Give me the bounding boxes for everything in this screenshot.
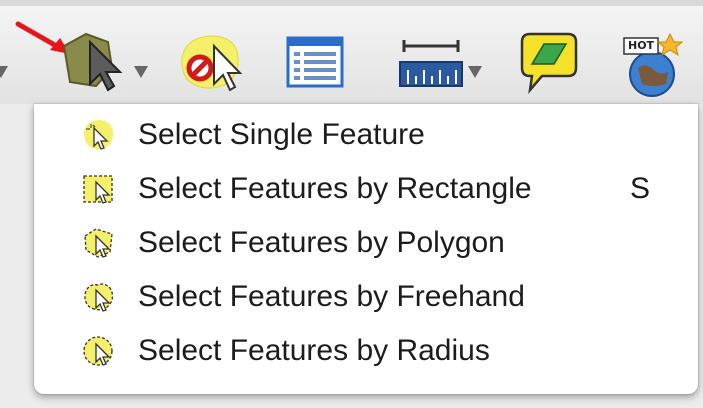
- select-features-dropdown-menu: Select Single Feature Select Features by…: [34, 104, 698, 394]
- menu-item-label: Select Features by Polygon: [138, 226, 505, 259]
- attribute-table-icon: [286, 36, 344, 88]
- menu-item-label: Select Features by Freehand: [138, 280, 525, 313]
- deselect-features-icon: [181, 35, 243, 92]
- menu-item-select-by-radius[interactable]: Select Features by Radius: [34, 324, 698, 378]
- map-tips-button[interactable]: [514, 28, 580, 98]
- select-rectangle-icon: [83, 175, 113, 204]
- new-bookmark-button[interactable]: HOT: [614, 28, 690, 98]
- shortcut-key: S: [630, 172, 651, 205]
- menu-item-select-single-feature[interactable]: Select Single Feature: [34, 108, 698, 162]
- measure-button[interactable]: [396, 28, 466, 98]
- menu-item-label: Select Features by Rectangle: [138, 172, 532, 205]
- measure-ruler-icon: [399, 40, 463, 87]
- menu-item-label: Select Single Feature: [138, 118, 425, 151]
- map-tips-icon: [520, 32, 578, 95]
- hot-label: HOT: [628, 39, 655, 52]
- select-polygon-icon: [84, 228, 113, 258]
- menu-item-select-by-rectangle[interactable]: Select Features by Rectangle S: [34, 162, 698, 216]
- select-features-tool-icon: [62, 32, 123, 92]
- menu-item-select-by-polygon[interactable]: Select Features by Polygon: [34, 216, 698, 270]
- select-features-button[interactable]: [56, 28, 134, 98]
- deselect-button[interactable]: [176, 28, 246, 98]
- menu-item-select-by-freehand[interactable]: Select Features by Freehand: [34, 270, 698, 324]
- chevron-down-icon[interactable]: [468, 66, 482, 78]
- select-single-feature-icon: [84, 120, 114, 150]
- toolbar: HOT: [0, 0, 703, 104]
- menu-item-label: Select Features by Radius: [138, 334, 490, 367]
- chevron-down-icon[interactable]: [134, 66, 148, 78]
- chevron-down-icon[interactable]: [0, 66, 8, 78]
- select-radius-icon: [83, 336, 113, 366]
- attribute-table-button[interactable]: [284, 28, 346, 98]
- select-freehand-icon: [84, 283, 114, 312]
